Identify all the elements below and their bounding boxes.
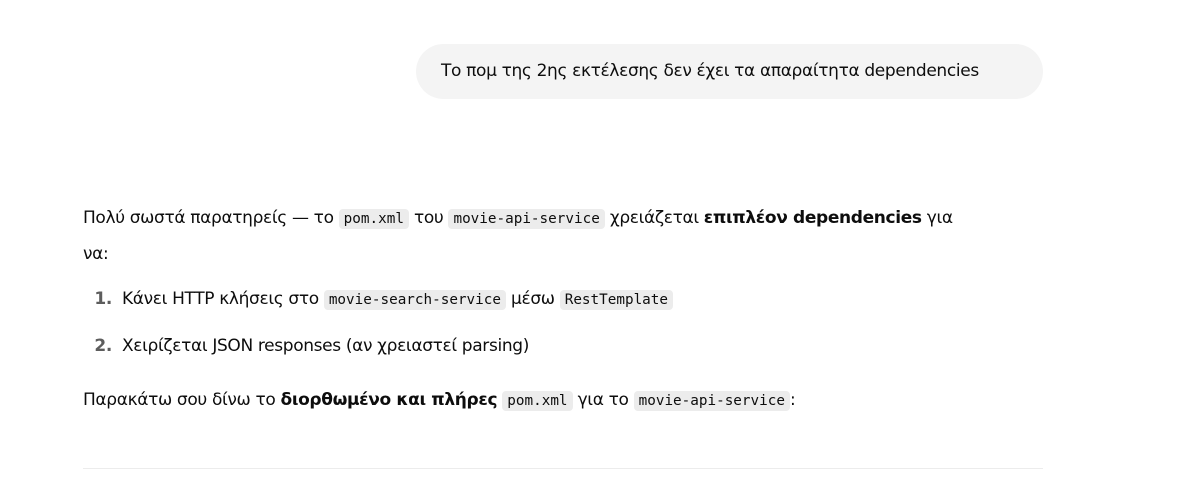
intro-text-5: να: <box>83 244 109 264</box>
inline-code-search-service: movie-search-service <box>323 290 506 310</box>
list-item: 1. Κάνει HTTP κλήσεις στο movie-search-se… <box>83 289 674 310</box>
inline-code-pom: pom.xml <box>338 209 409 229</box>
outro-paragraph: Παρακάτω σου δίνω το διορθωμένο και πλήρ… <box>83 390 796 411</box>
inline-code-service: movie-api-service <box>633 391 790 411</box>
inline-code-service: movie-api-service <box>448 209 605 229</box>
intro-text-4: για <box>921 208 953 228</box>
intro-text-1: Πολύ σωστά παρατηρείς — το <box>83 208 339 228</box>
intro-paragraph: Πολύ σωστά παρατηρείς — το pom.xml του m… <box>83 208 953 229</box>
user-message-text: Το πομ της 2ης εκτέλεσης δεν έχει τα απα… <box>441 61 979 81</box>
outro-text-3: για το <box>572 390 634 410</box>
inline-code-pom: pom.xml <box>502 391 573 411</box>
divider <box>83 468 1043 469</box>
intro-text-3: χρειάζεται <box>604 208 704 228</box>
intro-text-2: του <box>408 208 449 228</box>
list-item: 2. Χειρίζεται JSON responses (αν χρειαστε… <box>83 336 529 356</box>
user-message-bubble: Το πομ της 2ης εκτέλεσης δεν έχει τα απα… <box>416 44 1043 99</box>
list-item-text: μέσω <box>505 289 560 309</box>
outro-bold: διορθωμένο και πλήρες <box>280 390 498 410</box>
list-number: 1. <box>94 289 112 309</box>
outro-text-4: : <box>789 390 796 410</box>
list-item-text: Χειρίζεται JSON responses (αν χρειαστεί … <box>122 336 529 356</box>
list-number: 2. <box>94 336 112 356</box>
list-item-text: Κάνει HTTP κλήσεις στο <box>122 289 324 309</box>
inline-code-resttemplate: RestTemplate <box>559 290 674 310</box>
intro-bold: επιπλέον dependencies <box>703 208 922 228</box>
intro-paragraph-continued: να: <box>83 244 109 264</box>
outro-text-1: Παρακάτω σου δίνω το <box>83 390 281 410</box>
